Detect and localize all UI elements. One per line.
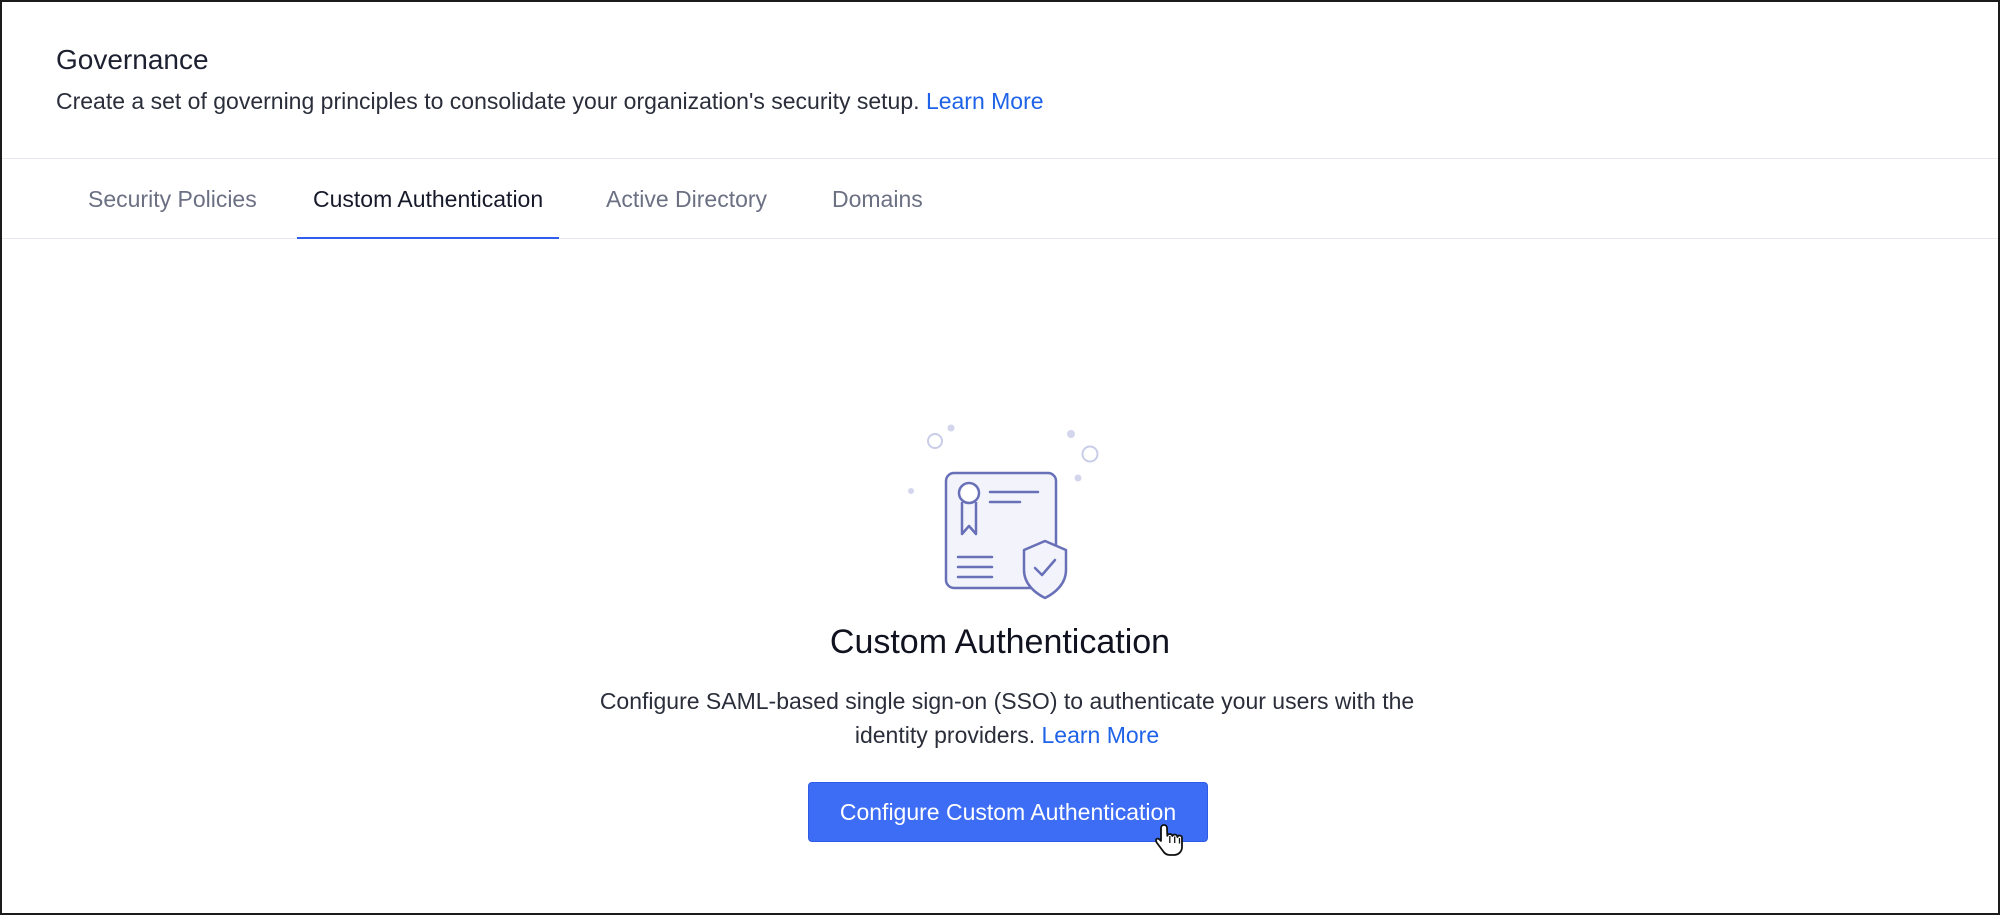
section-description: Configure SAML-based single sign-on (SSO… xyxy=(562,684,1452,752)
header-learn-more-link[interactable]: Learn More xyxy=(926,88,1044,114)
page-description: Create a set of governing principles to … xyxy=(56,88,1044,115)
section-description-text: Configure SAML-based single sign-on (SSO… xyxy=(599,688,1415,748)
tab-domains[interactable]: Domains xyxy=(832,160,923,239)
tab-custom-authentication[interactable]: Custom Authentication xyxy=(297,160,560,239)
main-content: Custom Authentication Configure SAML-bas… xyxy=(2,240,1998,915)
tab-bar: Security Policies Custom Authentication … xyxy=(2,160,1998,239)
tab-security-policies[interactable]: Security Policies xyxy=(88,160,257,239)
page-description-text: Create a set of governing principles to … xyxy=(56,88,920,114)
hand-pointer-icon xyxy=(1155,824,1183,856)
section-learn-more-link[interactable]: Learn More xyxy=(1042,722,1160,748)
tab-active-directory[interactable]: Active Directory xyxy=(606,160,767,239)
certificate-shield-icon xyxy=(908,424,1099,600)
page-header: Governance Create a set of governing pri… xyxy=(2,2,1998,159)
section-title: Custom Authentication xyxy=(829,623,1171,661)
page-title: Governance xyxy=(56,44,209,75)
app-window: Governance Create a set of governing pri… xyxy=(0,0,2000,915)
configure-custom-authentication-button[interactable]: Configure Custom Authentication xyxy=(808,782,1208,842)
